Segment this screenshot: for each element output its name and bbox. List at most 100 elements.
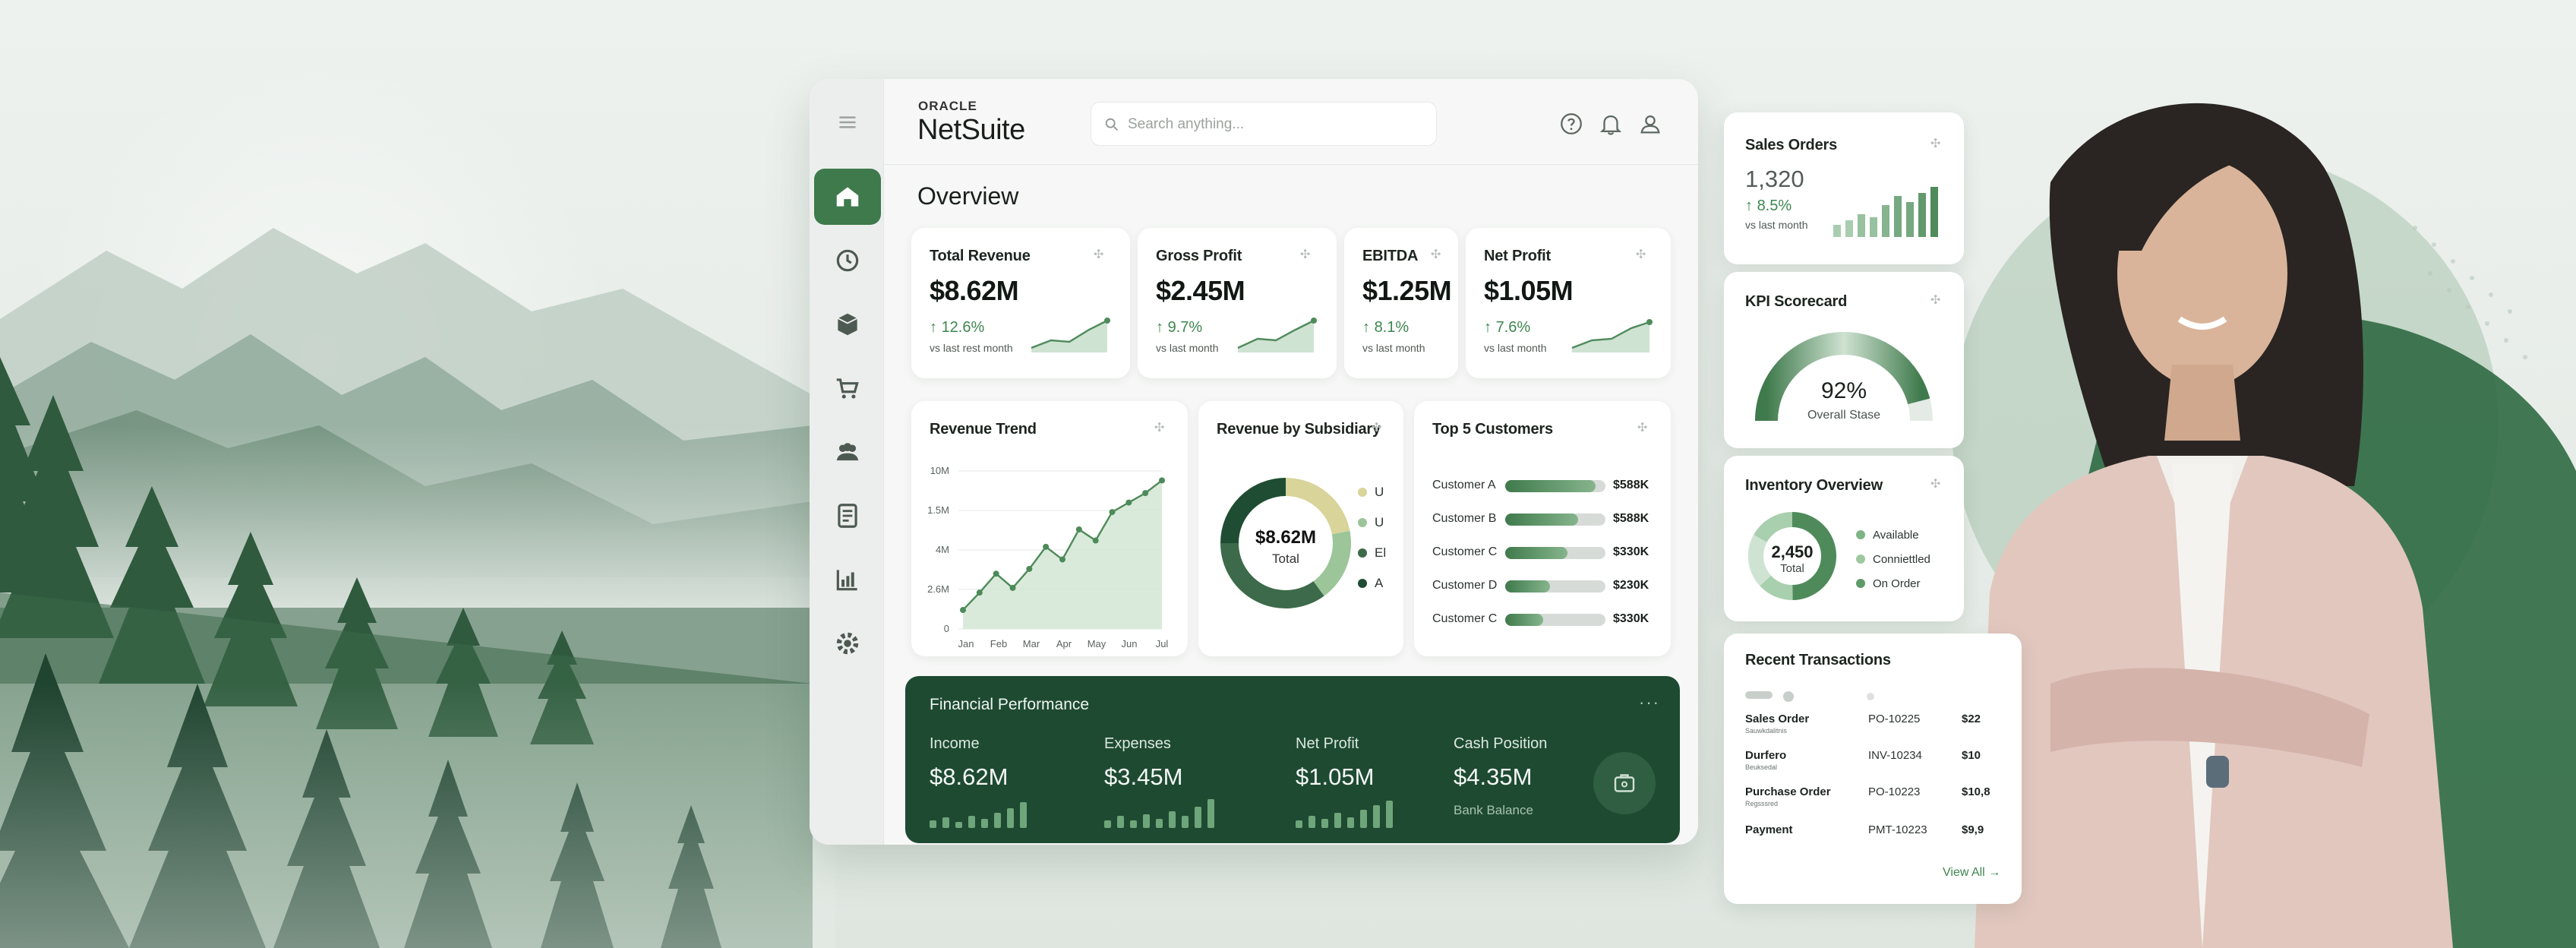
customer-bar-track [1505, 514, 1605, 526]
pin-icon[interactable]: ✣ [1637, 422, 1649, 434]
top-customers-card[interactable]: Top 5 Customers ✣ Customer A $588K Custome… [1414, 401, 1671, 656]
customer-name: Customer D [1432, 579, 1498, 592]
search-input[interactable]: Search anything... [1091, 102, 1437, 146]
data-point [1009, 584, 1016, 591]
pin-icon[interactable]: ✣ [1930, 479, 1943, 491]
sales-orders-title: Sales Orders [1745, 137, 1838, 153]
filter-dot[interactable] [1783, 691, 1794, 702]
customer-bar [1505, 614, 1544, 626]
transactions-title: Recent Transactions [1745, 652, 1891, 668]
revenue-trend-chart: 0 2.6M 4M 1.5M 10M Jan Feb Mar Apr May Jun Jul [927, 465, 1169, 649]
kpi-sub: vs last month [1484, 342, 1547, 354]
revenue-trend-card[interactable]: Revenue Trend ✣ 0 2.6M 4M 1.5M 10M Jan Feb Mar… [911, 401, 1188, 656]
menu-icon[interactable] [814, 94, 881, 150]
settings-icon[interactable] [814, 615, 881, 672]
customer-value: $230K [1613, 579, 1649, 592]
pin-icon[interactable]: ✣ [1930, 138, 1943, 150]
expenses-minibars [1104, 795, 1214, 828]
history-icon[interactable] [814, 232, 881, 289]
customer-row[interactable]: Customer A $588K [1432, 476, 1653, 495]
customer-name: Customer B [1432, 512, 1497, 525]
customer-row[interactable]: Customer B $588K [1432, 509, 1653, 529]
customer-row[interactable]: Customer C $330K [1432, 609, 1653, 629]
customer-name: Customer C [1432, 612, 1498, 625]
kpi-sub: vs last month [1156, 342, 1219, 354]
kpi-title: Gross Profit [1156, 248, 1242, 264]
ledger-icon[interactable] [814, 488, 881, 544]
customer-bar [1505, 580, 1551, 592]
legend-swatch [1856, 555, 1865, 564]
pin-icon[interactable]: ✣ [1930, 295, 1943, 307]
kpi-card-ebitda[interactable]: EBITDA ✣ $1.25M ↑ 8.1% vs last month [1344, 228, 1458, 378]
sales-orders-minibars [1833, 185, 1938, 237]
financial-expenses: Expenses $3.45M [1104, 735, 1182, 791]
y-tick-label: 2.6M [927, 583, 949, 595]
y-tick-label: 1.5M [927, 504, 949, 516]
kpi-scorecard-card[interactable]: KPI Scorecard ✣ 92% Overall Stase [1724, 272, 1964, 448]
y-tick-label: 4M [936, 544, 949, 555]
more-icon[interactable]: ··· [1639, 693, 1660, 713]
pin-icon[interactable]: ✣ [1154, 422, 1166, 434]
transaction-row[interactable]: Payment PMT-10223 $9,9 [1745, 823, 2019, 854]
transaction-row[interactable]: Durfero Beuksedal INV-10234 $10 [1745, 749, 2019, 779]
pin-icon[interactable]: ✣ [1300, 249, 1312, 261]
customer-row[interactable]: Customer D $230K [1432, 576, 1653, 596]
package-icon[interactable] [814, 296, 881, 352]
user-icon[interactable] [1637, 111, 1663, 137]
kpi-delta: ↑ 8.1% [1362, 319, 1410, 336]
help-icon[interactable] [1558, 111, 1584, 137]
donut-center-value: $8.62M [1255, 527, 1317, 548]
filter-pill[interactable] [1745, 691, 1773, 699]
wallet-button[interactable] [1593, 752, 1656, 814]
x-tick-label: Jan [958, 638, 974, 649]
data-point [976, 589, 983, 596]
transaction-row[interactable]: Sales Order Sauwkdalitnis PO-10225 $22 [1745, 713, 2019, 743]
data-point [960, 607, 966, 614]
data-point [1092, 537, 1099, 544]
sales-orders-delta: ↑ 8.5% [1745, 198, 1792, 214]
kpi-card-total-revenue[interactable]: Total Revenue ✣ $8.62M ↑ 12.6% vs last r… [911, 228, 1130, 378]
home-icon[interactable] [814, 169, 881, 225]
bell-icon[interactable] [1598, 111, 1624, 137]
data-point [1059, 556, 1065, 563]
financial-net-profit: Net Profit $1.05M [1296, 735, 1374, 791]
kpi-value: $1.25M [1362, 275, 1452, 306]
x-tick-label: May [1088, 638, 1106, 649]
pin-icon[interactable]: ✣ [1094, 249, 1106, 261]
customer-row[interactable]: Customer C $330K [1432, 542, 1653, 562]
inventory-overview-card[interactable]: Inventory Overview ✣ 2,450 Total Availab… [1724, 456, 1964, 621]
data-point [1075, 526, 1082, 532]
financial-label: Net Profit [1296, 735, 1359, 752]
pin-icon[interactable]: ✣ [1431, 249, 1443, 261]
financial-title: Financial Performance [930, 696, 1090, 713]
kpi-card-net-profit[interactable]: Net Profit ✣ $1.05M ↑ 7.6% vs last month [1466, 228, 1671, 378]
sales-orders-card[interactable]: Sales Orders ✣ 1,320 ↑ 8.5% vs last mont… [1724, 112, 1964, 264]
people-icon[interactable] [814, 424, 881, 480]
sidebar [810, 79, 884, 845]
x-tick-label: Jul [1156, 638, 1169, 649]
y-tick-label: 10M [930, 465, 949, 476]
brand-logo[interactable]: NetSuite [917, 114, 1025, 147]
search-icon [1105, 118, 1118, 131]
kpi-card-gross-profit[interactable]: Gross Profit ✣ $2.45M ↑ 9.7% vs last mon… [1138, 228, 1337, 378]
pin-icon[interactable]: ✣ [1372, 422, 1384, 434]
pin-icon[interactable]: ✣ [1636, 249, 1648, 261]
revenue-subsidiary-card[interactable]: Revenue by Subsidiary ✣ $8.62M Total UUE… [1198, 401, 1403, 656]
financial-performance-panel[interactable]: Financial Performance ··· Income $8.62M … [905, 676, 1680, 843]
view-all-link[interactable]: View All → [1943, 866, 2000, 880]
search-placeholder: Search anything... [1128, 116, 1245, 132]
data-point [1043, 543, 1050, 550]
cart-icon[interactable] [814, 360, 881, 416]
filter-dot[interactable] [1867, 693, 1874, 700]
customer-bar-track [1505, 480, 1605, 492]
financial-label: Income [930, 735, 980, 752]
page-title: Overview [917, 182, 1019, 210]
transaction-row[interactable]: Purchase Order Regsssred PO-10223 $10,8 [1745, 785, 2019, 816]
subsidiary-legend-item: U [1358, 485, 1384, 500]
x-tick-label: Apr [1056, 638, 1072, 649]
reports-icon[interactable] [814, 551, 881, 608]
data-point [1125, 499, 1132, 506]
inventory-legend-committed: Conniettled [1856, 553, 1930, 566]
recent-transactions-card[interactable]: Recent Transactions Sales Order Sauwkdal… [1724, 634, 2022, 904]
financial-income: Income $8.62M [930, 735, 1008, 791]
